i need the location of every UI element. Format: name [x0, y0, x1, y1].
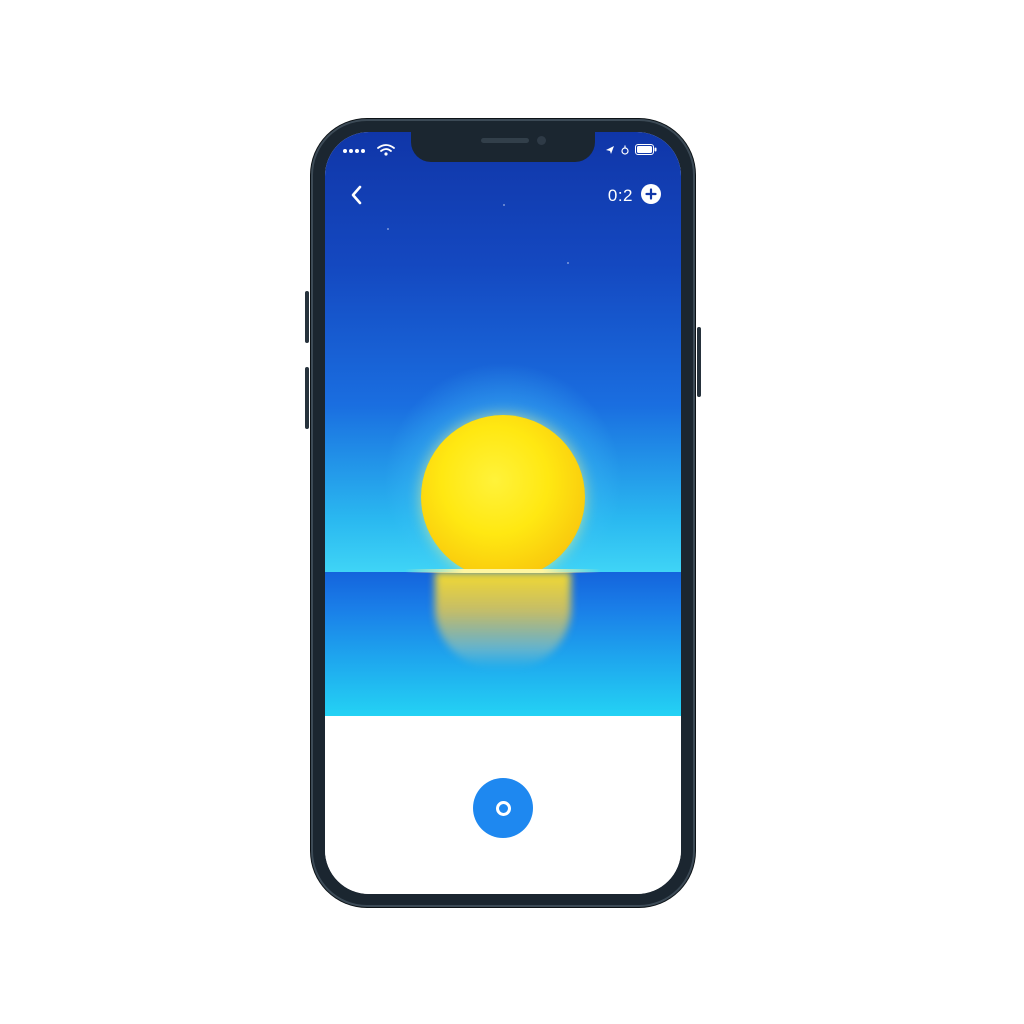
battery-icon	[635, 144, 657, 155]
phone-screen: 0:2	[325, 132, 681, 894]
top-bar: 0:2	[325, 176, 681, 216]
alarm-icon	[621, 145, 629, 155]
status-right-group	[605, 144, 657, 155]
timer-counter: 0:2	[607, 186, 633, 205]
phone-side-button-power	[697, 327, 701, 397]
chevron-left-icon	[351, 185, 362, 205]
bottom-panel	[325, 716, 681, 894]
front-camera	[537, 136, 546, 145]
add-button[interactable]	[641, 184, 661, 204]
speaker-grille	[481, 138, 529, 143]
wifi-icon	[377, 144, 395, 156]
star	[387, 228, 389, 230]
phone-side-button-volume	[305, 367, 309, 429]
record-circle-icon	[495, 800, 511, 816]
signal-dots-icon	[343, 149, 365, 153]
location-icon	[606, 145, 614, 154]
phone-frame: 0:2	[305, 119, 701, 907]
capture-button[interactable]	[473, 778, 533, 838]
phone-notch	[411, 132, 595, 162]
plus-circle-icon	[645, 188, 657, 200]
star	[567, 262, 569, 264]
sea	[325, 572, 681, 716]
back-button[interactable]	[343, 182, 369, 208]
horizon-line	[405, 569, 601, 573]
sun	[421, 415, 585, 579]
phone-side-button-mute	[305, 291, 309, 343]
sun-reflection	[435, 572, 571, 668]
